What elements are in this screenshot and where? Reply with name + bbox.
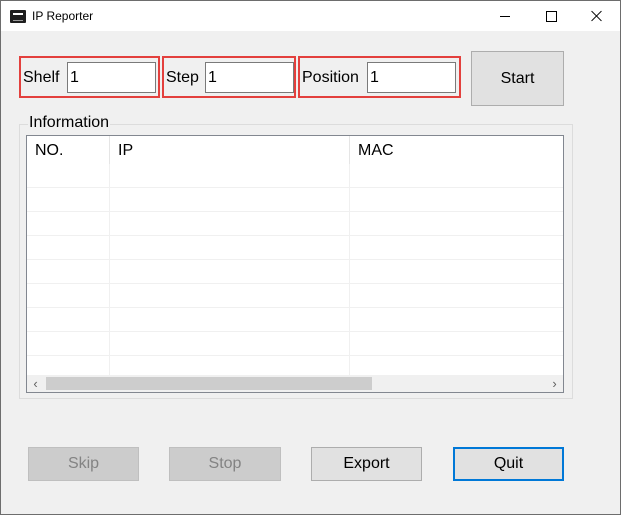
scrollbar-thumb[interactable] <box>46 377 372 390</box>
information-label: Information <box>28 114 111 132</box>
app-window: IP Reporter Shelf Step Position Start In… <box>0 0 621 515</box>
shelf-label: Shelf <box>23 69 60 86</box>
app-icon <box>10 10 26 23</box>
horizontal-scrollbar[interactable]: ‹ › <box>27 375 563 392</box>
table-row <box>27 308 563 332</box>
column-header-no[interactable]: NO. <box>27 136 110 164</box>
start-button[interactable]: Start <box>471 51 564 106</box>
scroll-left-icon[interactable]: ‹ <box>27 375 44 392</box>
shelf-field-group: Shelf <box>19 56 160 98</box>
position-label: Position <box>302 69 359 86</box>
minimize-icon <box>500 15 510 17</box>
close-button[interactable] <box>574 1 620 31</box>
export-button[interactable]: Export <box>311 447 422 481</box>
column-header-mac[interactable]: MAC <box>350 136 563 164</box>
table-row <box>27 284 563 308</box>
close-icon <box>591 10 603 22</box>
table-row <box>27 236 563 260</box>
column-header-ip[interactable]: IP <box>110 136 350 164</box>
table-row <box>27 332 563 356</box>
information-list[interactable]: NO. IP MAC ‹ › <box>26 135 564 393</box>
window-title: IP Reporter <box>32 9 94 23</box>
table-row <box>27 164 563 188</box>
minimize-button[interactable] <box>482 1 528 31</box>
step-field-group: Step <box>162 56 296 98</box>
shelf-input[interactable] <box>67 62 156 93</box>
step-input[interactable] <box>205 62 294 93</box>
title-bar[interactable]: IP Reporter <box>1 1 620 31</box>
scroll-right-icon[interactable]: › <box>546 375 563 392</box>
table-row <box>27 212 563 236</box>
list-header: NO. IP MAC <box>27 136 563 164</box>
stop-button[interactable]: Stop <box>169 447 281 481</box>
quit-button[interactable]: Quit <box>453 447 564 481</box>
table-row <box>27 260 563 284</box>
position-field-group: Position <box>298 56 461 98</box>
skip-button[interactable]: Skip <box>28 447 139 481</box>
maximize-icon <box>545 10 557 22</box>
maximize-button[interactable] <box>528 1 574 31</box>
table-row <box>27 188 563 212</box>
step-label: Step <box>166 69 199 86</box>
position-input[interactable] <box>367 62 456 93</box>
